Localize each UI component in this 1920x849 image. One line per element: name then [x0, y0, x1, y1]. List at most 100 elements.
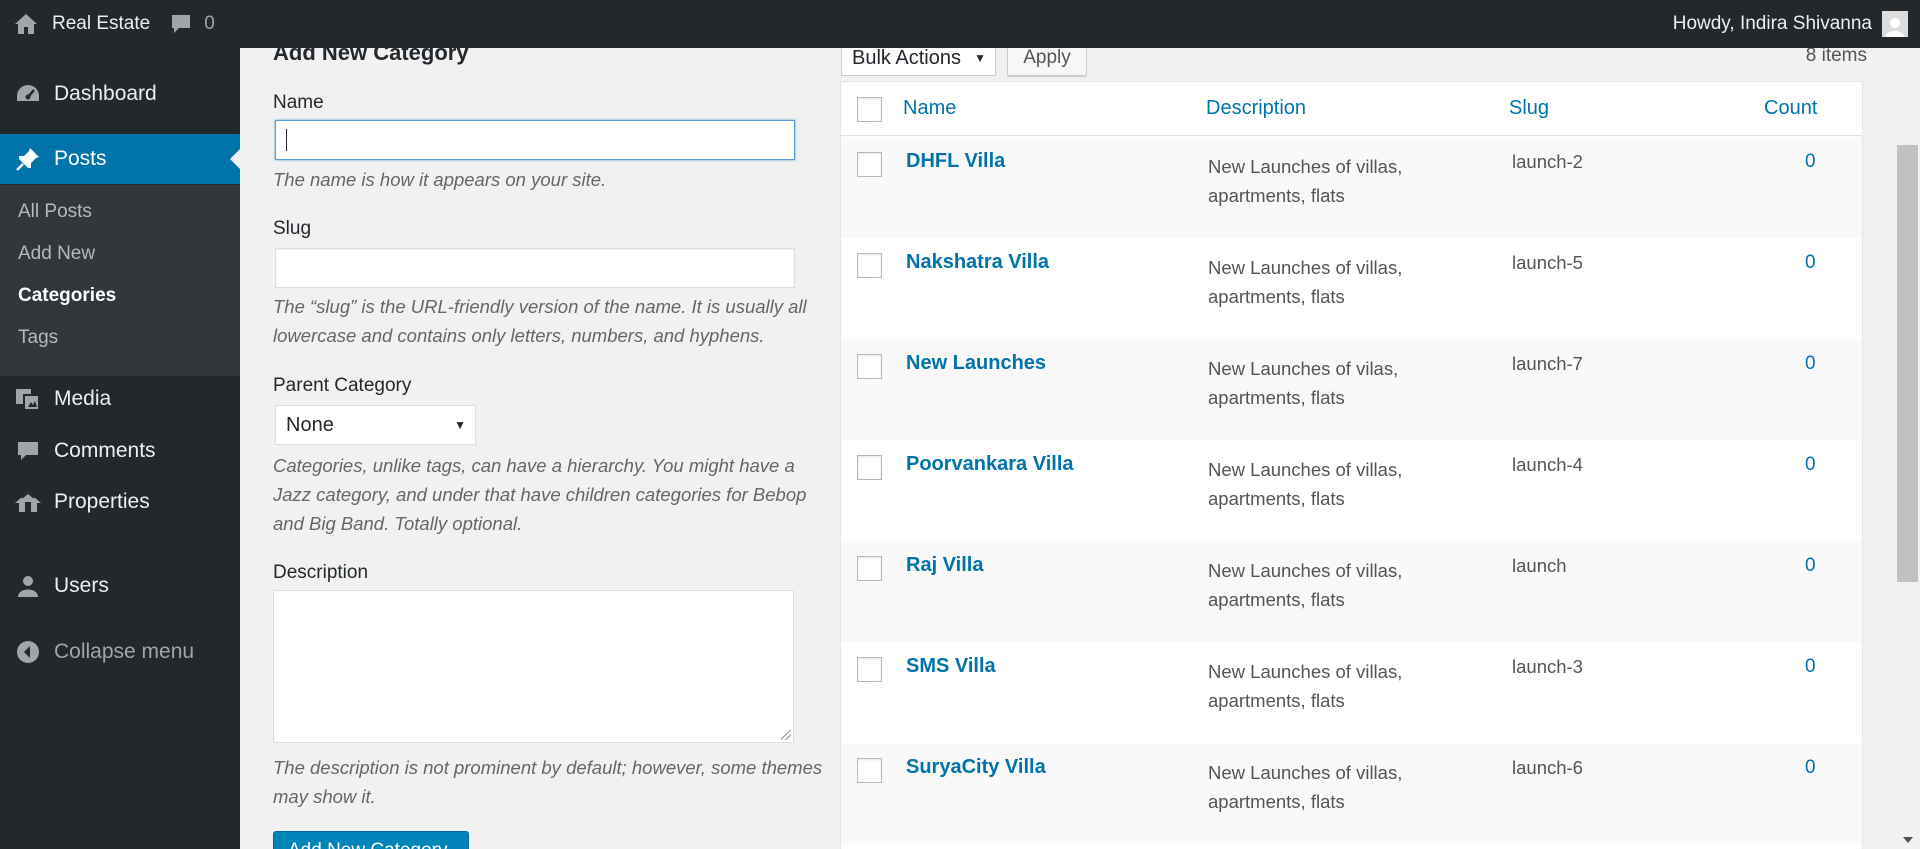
- column-name-header[interactable]: Name: [903, 97, 956, 120]
- category-count-link[interactable]: 0: [1805, 656, 1816, 678]
- menu-posts[interactable]: Posts: [0, 134, 240, 184]
- column-count-header[interactable]: Count: [1764, 97, 1817, 120]
- home-icon: [15, 14, 37, 34]
- category-count-link[interactable]: 0: [1805, 353, 1816, 375]
- table-row: Raj Villa New Launches of villas, apartm…: [841, 541, 1862, 642]
- menu-label: Dashboard: [54, 82, 157, 105]
- comments-count: 0: [204, 13, 215, 34]
- collapse-icon: [0, 640, 54, 664]
- bulk-actions-value: Bulk Actions: [852, 46, 961, 69]
- table-row: SuryaCity Villa New Launches of villas, …: [841, 743, 1862, 844]
- category-name-link[interactable]: New Launches: [906, 352, 1046, 375]
- table-header: Name Description Slug Count: [841, 82, 1862, 136]
- category-name-link[interactable]: DHFL Villa: [906, 150, 1005, 173]
- table-row: Nakshatra Villa New Launches of villas, …: [841, 238, 1862, 339]
- admin-menu: Dashboard Posts All Posts Add New Catego…: [0, 48, 240, 849]
- column-slug-header[interactable]: Slug: [1509, 97, 1549, 120]
- comments-link[interactable]: 0: [160, 0, 225, 48]
- collapse-label: Collapse menu: [54, 640, 195, 663]
- menu-properties[interactable]: Properties: [0, 479, 240, 525]
- category-name-link[interactable]: SuryaCity Villa: [906, 756, 1046, 779]
- slug-input[interactable]: [275, 248, 795, 288]
- row-checkbox[interactable]: [857, 253, 882, 278]
- submenu-tags[interactable]: Tags: [18, 327, 58, 349]
- name-help: The name is how it appears on your site.: [273, 169, 607, 190]
- name-label: Name: [273, 92, 324, 113]
- category-count-link[interactable]: 0: [1805, 454, 1816, 476]
- category-count-link[interactable]: 0: [1805, 757, 1816, 779]
- select-all-checkbox[interactable]: [857, 97, 882, 122]
- table-row: Poorvankara Villa New Launches of villas…: [841, 440, 1862, 541]
- menu-label: Posts: [54, 147, 107, 170]
- scrollbar-thumb[interactable]: [1897, 145, 1918, 582]
- category-description: New Launches of villas, apartments, flat…: [1208, 661, 1403, 711]
- description-label: Description: [273, 562, 369, 583]
- site-name-link[interactable]: Real Estate: [0, 0, 160, 48]
- add-new-category-button[interactable]: Add New Category: [273, 831, 469, 849]
- avatar-icon: [1886, 18, 1904, 37]
- submenu-add-new[interactable]: Add New: [18, 243, 95, 265]
- category-slug: launch-5: [1512, 252, 1583, 273]
- resize-grip-icon[interactable]: [781, 730, 791, 740]
- category-count-link[interactable]: 0: [1805, 555, 1816, 577]
- properties-icon: [0, 490, 54, 514]
- user-icon: [0, 574, 54, 598]
- slug-label: Slug: [273, 218, 312, 239]
- howdy-text: Howdy, Indira Shivanna: [1672, 13, 1872, 34]
- submenu-categories[interactable]: Categories: [18, 285, 116, 307]
- row-checkbox[interactable]: [857, 758, 882, 783]
- category-description: New Launches of villas, apartments, flat…: [1208, 762, 1403, 812]
- row-checkbox[interactable]: [857, 354, 882, 379]
- description-textarea[interactable]: [273, 590, 794, 743]
- category-name-link[interactable]: SMS Villa: [906, 655, 996, 678]
- menu-media[interactable]: Media: [0, 376, 240, 422]
- menu-label: Users: [54, 574, 109, 597]
- category-name-link[interactable]: Raj Villa: [906, 554, 983, 577]
- category-description: New Launches of villas, apartments, flat…: [1208, 459, 1403, 509]
- category-description: New Launches of villas, apartments, flat…: [1208, 560, 1403, 610]
- site-name: Real Estate: [52, 13, 151, 34]
- account-menu[interactable]: Howdy, Indira Shivanna: [1663, 0, 1920, 48]
- table-row: DHFL Villa New Launches of villas, apart…: [841, 137, 1862, 238]
- page-scrollbar[interactable]: [1896, 48, 1920, 849]
- row-checkbox[interactable]: [857, 657, 882, 682]
- submenu-all-posts[interactable]: All Posts: [18, 201, 92, 223]
- menu-label: Comments: [54, 439, 156, 462]
- column-description-header[interactable]: Description: [1206, 97, 1306, 120]
- slug-help: The “slug” is the URL-friendly version o…: [273, 296, 807, 346]
- menu-label: Properties: [54, 490, 150, 513]
- description-help: The description is not prominent by defa…: [273, 757, 823, 807]
- collapse-menu-button[interactable]: Collapse menu: [0, 629, 240, 675]
- row-checkbox[interactable]: [857, 556, 882, 581]
- category-name-link[interactable]: Nakshatra Villa: [906, 251, 1049, 274]
- row-checkbox[interactable]: [857, 152, 882, 177]
- pin-icon: [0, 146, 54, 172]
- table-row: SMS Villa New Launches of villas, apartm…: [841, 642, 1862, 743]
- parent-category-help: Categories, unlike tags, can have a hier…: [273, 455, 807, 534]
- admin-bar: Real Estate 0 Howdy, Indira Shivanna: [0, 0, 1920, 48]
- scroll-down-arrow-icon[interactable]: [1903, 837, 1913, 843]
- category-count-link[interactable]: 0: [1805, 151, 1816, 173]
- avatar: [1882, 11, 1908, 37]
- category-slug: launch-4: [1512, 454, 1583, 475]
- dropdown-arrow-icon: ▼: [974, 51, 986, 65]
- text-caret: [286, 129, 287, 151]
- dashboard-icon: [0, 83, 54, 105]
- menu-users[interactable]: Users: [0, 563, 240, 609]
- category-slug: launch: [1512, 555, 1567, 576]
- parent-category-label: Parent Category: [273, 375, 412, 396]
- category-slug: launch-2: [1512, 151, 1583, 172]
- posts-submenu: All Posts Add New Categories Tags: [0, 185, 240, 376]
- category-name-link[interactable]: Poorvankara Villa: [906, 453, 1074, 476]
- category-description: New Launches of villas, apartments, flat…: [1208, 257, 1403, 307]
- menu-dashboard[interactable]: Dashboard: [0, 69, 240, 119]
- name-input[interactable]: [275, 120, 795, 160]
- menu-comments[interactable]: Comments: [0, 428, 240, 474]
- parent-category-select[interactable]: None ▼: [275, 405, 476, 445]
- row-checkbox[interactable]: [857, 455, 882, 480]
- category-count-link[interactable]: 0: [1805, 252, 1816, 274]
- comment-icon: [172, 15, 191, 33]
- menu-label: Media: [54, 387, 112, 410]
- comment-icon: [0, 439, 54, 463]
- category-description: New Launches of villas, apartments, flat…: [1208, 156, 1403, 206]
